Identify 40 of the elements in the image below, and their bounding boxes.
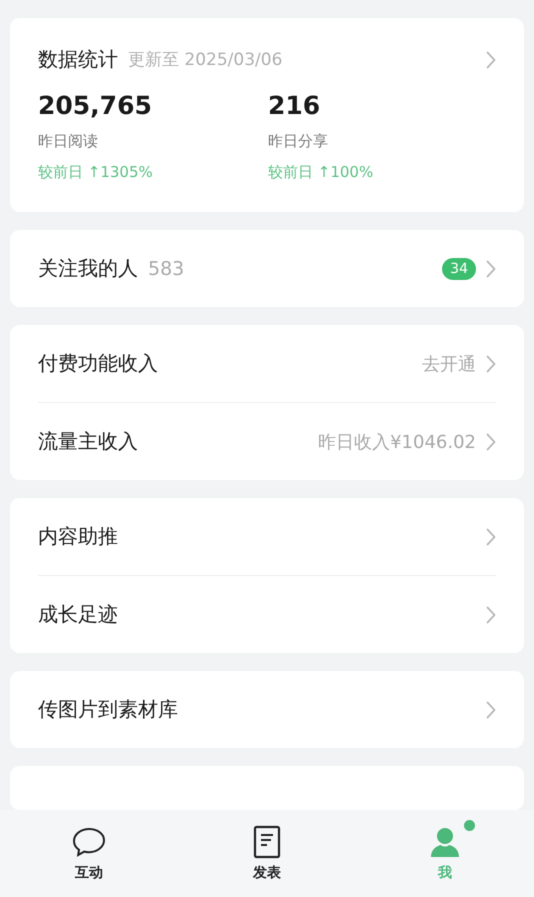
row-label: 关注我的人 (38, 255, 138, 282)
menu-row[interactable]: 关注我的人 583 34 (38, 230, 496, 307)
metric-change: 较前日 ↑100% (268, 163, 374, 182)
count-badge: 34 (442, 258, 476, 280)
metric-change: 较前日 ↑1305% (38, 163, 154, 182)
row-detail: 去开通 (422, 352, 476, 376)
chevron-icon (486, 354, 496, 372)
menu-row[interactable]: 传图片到素材库 (38, 671, 496, 748)
row-label: 成长足迹 (38, 601, 118, 628)
update-date: 更新至 2025/03/06 (128, 49, 284, 71)
chevron-icon (486, 432, 496, 450)
menu-row[interactable]: 付费功能收入 去开通 (38, 325, 496, 402)
row-label: 流量主收入 (38, 428, 138, 455)
row-label: 付费功能收入 (38, 350, 158, 377)
stats-card[interactable]: 数据统计 更新至 2025/03/06 205,765 昨日阅读 较前日 ↑1305% 216 昨日分享 较前日 ↑100% (10, 18, 524, 212)
chevron-icon (486, 50, 496, 68)
tab-label: 互动 (75, 864, 103, 882)
row-label: 传图片到素材库 (38, 696, 178, 723)
tab-item[interactable]: 发表 (178, 810, 356, 897)
metric-label: 昨日分享 (268, 132, 329, 151)
row-label: 内容助推 (38, 523, 118, 550)
chat-bubble-icon (72, 826, 106, 856)
follower-count: 583 (148, 258, 184, 280)
tab-label: 发表 (253, 864, 281, 882)
stats-title: 数据统计 (38, 46, 118, 73)
menu-row[interactable]: 内容助推 (38, 498, 496, 575)
chevron-icon (486, 528, 496, 546)
chevron-icon (486, 606, 496, 624)
person-icon (429, 826, 461, 858)
metric-value: 216 (268, 91, 322, 120)
menu-row[interactable]: 流量主收入 昨日收入¥1046.02 (38, 402, 496, 480)
row-detail: 昨日收入¥1046.02 (318, 430, 476, 454)
document-icon (253, 824, 281, 858)
chevron-icon (486, 260, 496, 278)
chevron-icon (486, 700, 496, 718)
tab-label: 我 (438, 864, 452, 882)
metric-value: 205,765 (38, 91, 153, 120)
tab-item[interactable]: 互动 (0, 810, 178, 897)
metric-label: 昨日阅读 (38, 132, 99, 151)
menu-row[interactable]: 成长足迹 (38, 575, 496, 653)
